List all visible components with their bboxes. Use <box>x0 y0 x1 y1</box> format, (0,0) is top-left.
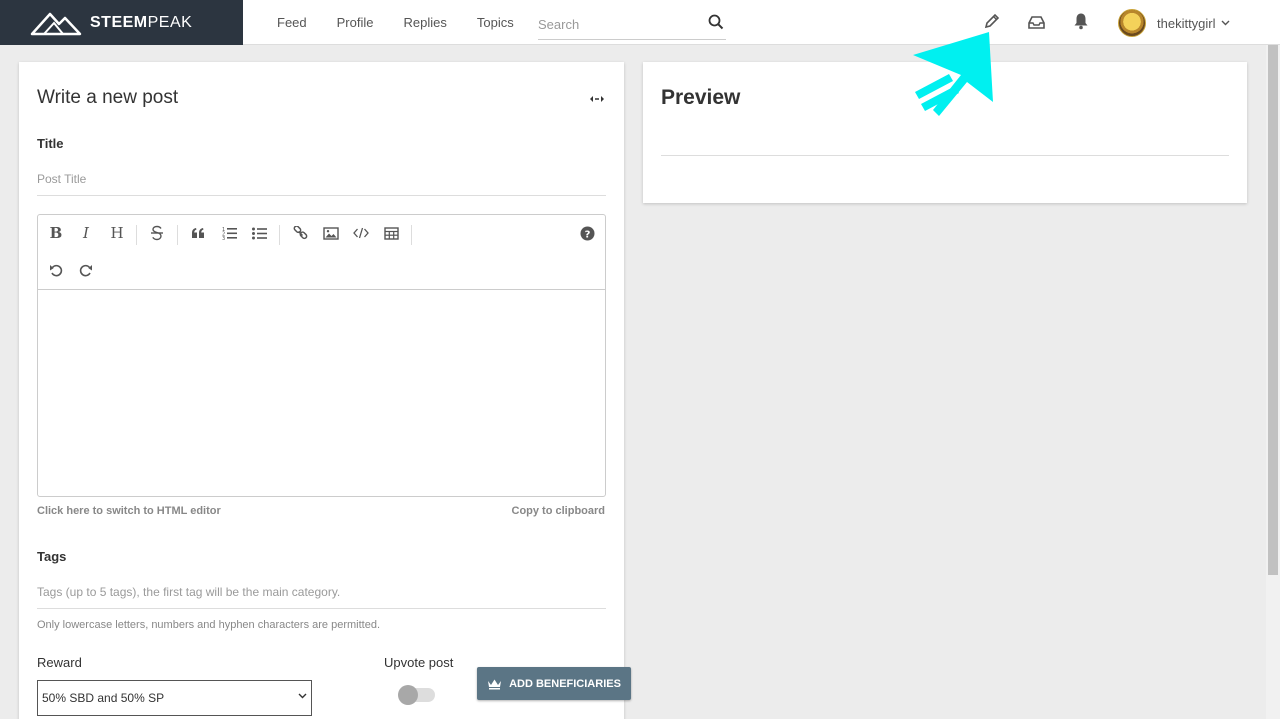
preview-divider <box>661 155 1229 156</box>
tags-input[interactable] <box>37 585 606 599</box>
chevron-down-icon <box>298 693 307 699</box>
italic-button[interactable]: I <box>75 222 97 244</box>
undo-icon <box>50 264 63 277</box>
reward-select[interactable]: 50% SBD and 50% SP <box>37 680 312 716</box>
add-beneficiaries-button[interactable]: ADD BENEFICIARIES <box>477 667 631 700</box>
table-button[interactable] <box>380 222 402 244</box>
strikethrough-icon <box>151 225 163 241</box>
username: thekittygirl <box>1157 15 1216 31</box>
help-button[interactable]: ? <box>576 222 598 244</box>
expand-icon[interactable] <box>589 94 605 104</box>
html-editor-switch[interactable]: Click here to switch to HTML editor <box>37 505 221 517</box>
link-button[interactable] <box>289 222 311 244</box>
nav-feed[interactable]: Feed <box>277 15 307 30</box>
markdown-editor: B I H 123 ? <box>37 214 606 497</box>
title-label: Title <box>37 136 64 151</box>
ordered-list-icon: 123 <box>222 227 237 240</box>
inbox-icon[interactable] <box>1028 14 1045 30</box>
nav-profile[interactable]: Profile <box>337 15 374 30</box>
top-header: STEEMPEAK Feed Profile Replies Topics th… <box>0 0 1280 45</box>
editor-card: Write a new post Title B I H 123 <box>19 62 624 719</box>
svg-text:3: 3 <box>222 236 225 240</box>
toggle-knob <box>398 685 418 705</box>
table-icon <box>383 226 399 240</box>
nav-topics[interactable]: Topics <box>477 15 514 30</box>
code-icon <box>353 227 369 239</box>
undo-button[interactable] <box>45 259 67 281</box>
nav-replies[interactable]: Replies <box>404 15 447 30</box>
brand-logo[interactable]: STEEMPEAK <box>0 0 243 45</box>
heading-button[interactable]: H <box>106 222 128 244</box>
highlight-arrow-icon <box>913 32 993 116</box>
bell-icon[interactable] <box>1073 12 1089 30</box>
title-input[interactable] <box>37 172 606 186</box>
search-input[interactable] <box>538 17 698 32</box>
copy-clipboard-link[interactable]: Copy to clipboard <box>512 505 606 517</box>
redo-button[interactable] <box>75 259 97 281</box>
main-nav: Feed Profile Replies Topics <box>277 0 544 45</box>
quote-icon <box>192 228 204 238</box>
quote-button[interactable] <box>187 222 209 244</box>
upvote-toggle[interactable] <box>398 685 435 705</box>
avatar <box>1118 9 1146 37</box>
tags-hint: Only lowercase letters, numbers and hyph… <box>37 619 380 631</box>
search-box <box>538 10 726 40</box>
brand-name: STEEMPEAK <box>90 13 193 31</box>
redo-icon <box>79 264 92 277</box>
reward-value: 50% SBD and 50% SP <box>42 691 165 705</box>
svg-text:?: ? <box>584 229 590 240</box>
user-menu[interactable]: thekittygirl <box>1118 8 1230 38</box>
unordered-list-icon <box>251 227 267 239</box>
add-beneficiaries-label: ADD BENEFICIARIES <box>509 677 621 690</box>
bold-button[interactable]: B <box>45 222 67 244</box>
strikethrough-button[interactable] <box>146 222 168 244</box>
image-button[interactable] <box>320 222 342 244</box>
scrollbar-thumb[interactable] <box>1268 45 1278 575</box>
unordered-list-button[interactable] <box>248 222 270 244</box>
ordered-list-button[interactable]: 123 <box>218 222 240 244</box>
link-icon <box>293 225 307 239</box>
pencil-icon[interactable] <box>984 12 1000 30</box>
tags-label: Tags <box>37 549 67 564</box>
page-title: Write a new post <box>37 87 179 108</box>
help-icon: ? <box>580 226 594 240</box>
editor-toolbar: B I H 123 ? <box>38 215 605 290</box>
editor-textarea[interactable] <box>38 290 605 496</box>
image-icon <box>323 226 339 240</box>
search-icon[interactable] <box>708 14 724 30</box>
page-scrollbar[interactable] <box>1266 45 1280 719</box>
mountain-icon <box>30 12 82 35</box>
reward-label: Reward <box>37 655 82 670</box>
preview-title: Preview <box>661 86 741 109</box>
tags-field <box>37 583 606 609</box>
crown-icon <box>488 679 502 689</box>
chevron-down-icon <box>1221 20 1230 26</box>
code-button[interactable] <box>350 222 372 244</box>
upvote-label: Upvote post <box>384 655 454 670</box>
title-field <box>37 170 606 196</box>
